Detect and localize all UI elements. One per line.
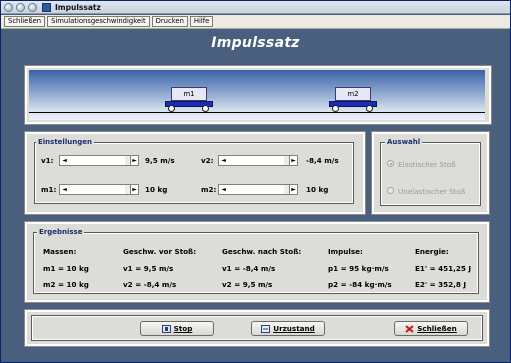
cart-m2: m2 (329, 87, 377, 113)
window-button-2[interactable] (16, 2, 25, 12)
v2-value: -8,4 m/s (306, 156, 339, 165)
results-header-impulse: Impulse: (328, 247, 363, 256)
title-bar: Impulssatz (1, 1, 510, 14)
v1-value: 9,5 m/s (145, 156, 175, 165)
cart-m2-label: m2 (335, 87, 371, 101)
wheel-icon (168, 105, 175, 112)
choice-panel: Auswahl Elastischer Stoß Unelastischer S… (371, 131, 490, 215)
menu-drucken[interactable]: Drucken (151, 16, 188, 27)
settings-title: Einstellungen (36, 138, 94, 146)
result-e1: E1' = 451,25 J (415, 264, 472, 273)
m2-label: m2: (201, 185, 217, 194)
m2-value: 10 kg (306, 185, 329, 194)
wheel-icon (332, 105, 339, 112)
settings-panel: Einstellungen v1: ◄ ► 9,5 m/s v2: ◄ ► -8… (24, 131, 366, 215)
v2-label: v2: (201, 156, 214, 165)
v1-slider[interactable]: ◄ ► (59, 155, 139, 166)
m1-slider-thumb[interactable] (124, 185, 131, 194)
reset-button[interactable]: Urzustand (251, 321, 325, 336)
v1-slider-thumb[interactable] (124, 156, 131, 165)
right-arrow-icon[interactable]: ► (131, 186, 138, 193)
radio-elastic-label[interactable]: Elastischer Stoß (398, 160, 456, 169)
results-header-vor: Geschw. vor Stoß: (123, 247, 197, 256)
result-p2: p2 = -84 kg·m/s (328, 280, 392, 289)
window-button-3[interactable] (28, 2, 37, 12)
v2-slider[interactable]: ◄ ► (218, 155, 298, 166)
reset-icon (261, 324, 271, 333)
reset-button-label: Urzustand (273, 324, 315, 333)
radio-inelastic-label[interactable]: Unelastischer Stoß (398, 187, 465, 196)
radio-inelastic[interactable] (387, 187, 394, 194)
menu-bar: Schließen Simulationsgeschwindigkeit Dru… (1, 15, 510, 29)
result-m1: m1 = 10 kg (43, 264, 89, 273)
choice-title: Auswahl (385, 138, 423, 146)
result-v2-after: v2 = 9,5 m/s (222, 280, 273, 289)
right-arrow-icon[interactable]: ► (290, 157, 297, 164)
left-arrow-icon[interactable]: ◄ (61, 186, 68, 193)
m2-slider-thumb[interactable] (283, 185, 290, 194)
menu-hilfe[interactable]: Hilfe (189, 16, 214, 27)
results-header-nach: Geschw. nach Stoß: (222, 247, 302, 256)
right-arrow-icon[interactable]: ► (290, 186, 297, 193)
results-header-energie: Energie: (415, 247, 449, 256)
wheel-icon (366, 105, 373, 112)
m1-slider[interactable]: ◄ ► (59, 184, 139, 195)
right-arrow-icon[interactable]: ► (131, 157, 138, 164)
page-title: Impulssatz (211, 35, 300, 51)
menu-schliessen[interactable]: Schließen (4, 16, 46, 27)
v2-slider-thumb[interactable] (283, 156, 290, 165)
radio-elastic[interactable] (387, 160, 394, 167)
app-icon (42, 2, 51, 12)
cart-m1: m1 (165, 87, 213, 113)
left-arrow-icon[interactable]: ◄ (61, 157, 68, 164)
results-title: Ergebnisse (37, 228, 85, 236)
close-button[interactable]: Schließen (394, 321, 468, 336)
window-title: Impulssatz (55, 2, 101, 12)
result-e2: E2' = 352,8 J (415, 280, 467, 289)
stop-button-label: Stop (173, 324, 193, 333)
m2-slider[interactable]: ◄ ► (218, 184, 298, 195)
m1-value: 10 kg (145, 185, 168, 194)
result-v2-before: v2 = -8,4 m/s (123, 280, 177, 289)
result-v1-before: v1 = 9,5 m/s (123, 264, 174, 273)
wheel-icon (202, 105, 209, 112)
result-p1: p1 = 95 kg·m/s (328, 264, 389, 273)
cart-m1-label: m1 (171, 87, 207, 101)
buttons-panel: Stop Urzustand Schließen (24, 309, 490, 347)
result-v1-after: v1 = -8,4 m/s (222, 264, 276, 273)
results-header-massen: Massen: (43, 247, 77, 256)
v1-label: v1: (41, 156, 54, 165)
track-line (29, 112, 485, 113)
close-button-label: Schließen (417, 324, 457, 333)
close-icon (405, 324, 414, 333)
stop-button[interactable]: Stop (140, 321, 214, 336)
scene-panel: m1 m2 (24, 65, 492, 125)
window-button-1[interactable] (4, 2, 13, 12)
left-arrow-icon[interactable]: ◄ (220, 186, 227, 193)
choice-group (380, 142, 481, 206)
m1-label: m1: (41, 185, 57, 194)
stop-icon (161, 324, 171, 333)
left-arrow-icon[interactable]: ◄ (220, 157, 227, 164)
menu-simulationsgeschwindigkeit[interactable]: Simulationsgeschwindigkeit (47, 16, 150, 27)
result-m2: m2 = 10 kg (43, 280, 89, 289)
results-panel: Ergebnisse Massen: Geschw. vor Stoß: Ges… (24, 221, 490, 303)
app-window: Impulssatz Schließen Simulationsgeschwin… (0, 0, 511, 363)
